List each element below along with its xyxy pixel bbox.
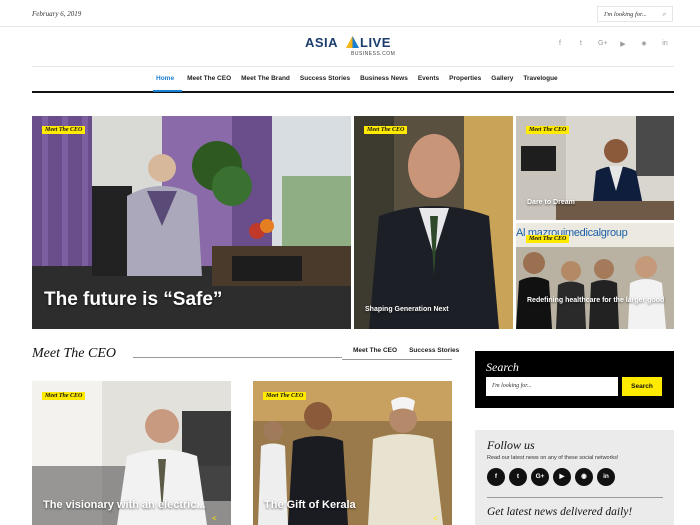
nav-item-success-stories[interactable]: Success Stories: [295, 67, 355, 92]
facebook-icon[interactable]: f: [487, 468, 505, 486]
search-icon[interactable]: ⌕: [662, 10, 666, 19]
share-icon[interactable]: <: [433, 514, 438, 523]
article-card[interactable]: Meet The CEO The visionary with an elect…: [32, 381, 231, 525]
rss-icon[interactable]: ◉: [640, 40, 648, 50]
nav-item-properties[interactable]: Properties: [444, 67, 486, 92]
linkedin-icon[interactable]: in: [597, 468, 615, 486]
google-plus-icon[interactable]: G+: [531, 468, 549, 486]
top-search-input[interactable]: I'm looking for... ⌕: [597, 6, 673, 22]
hero-right-bottom-tile[interactable]: Al mazrouimedicalgroup Meet The CEO Rede…: [516, 223, 674, 329]
category-tag[interactable]: Meet The CEO: [263, 392, 307, 400]
logo-subtitle: BUSINESS.COM: [351, 51, 396, 57]
section-heading: Meet The CEO: [32, 346, 116, 361]
logo-word-live: LIVE: [360, 35, 391, 50]
sidebar-search-button[interactable]: Search: [622, 377, 662, 396]
follow-us-text: Read our latest news on any of these soc…: [487, 455, 619, 461]
nav-item-business-news[interactable]: Business News: [355, 67, 413, 92]
rss-icon[interactable]: ◉: [575, 468, 593, 486]
hero-mid-title[interactable]: Shaping Generation Next: [365, 306, 449, 313]
section-tab-success-stories[interactable]: Success Stories: [403, 346, 465, 355]
main-nav: Home Meet The CEO Meet The Brand Success…: [32, 66, 674, 93]
section-tabs: Meet The CEO Success Stories: [347, 346, 465, 355]
share-icon[interactable]: <: [212, 514, 217, 523]
follow-us-widget: Follow us Read our latest news on any of…: [475, 430, 674, 525]
follow-us-heading: Follow us: [487, 438, 535, 452]
sidebar-search-widget: Search I'm looking for... Search: [475, 351, 674, 408]
category-tag[interactable]: Meet The CEO: [42, 392, 86, 400]
logo-word-asia: ASIA: [305, 35, 339, 50]
sidebar-search-heading: Search: [486, 360, 519, 374]
site-logo[interactable]: ASIA LIVE BUSINESS.COM: [305, 35, 405, 59]
section-tabs-divider: [342, 359, 452, 360]
nav-item-meet-the-ceo[interactable]: Meet The CEO: [182, 67, 236, 92]
twitter-icon[interactable]: t: [509, 468, 527, 486]
nav-item-gallery[interactable]: Gallery: [486, 67, 518, 92]
logo-triangle-icon: [346, 36, 359, 48]
nav-item-travelogue[interactable]: Travelogue: [518, 67, 562, 92]
sidebar-search-input[interactable]: I'm looking for...: [486, 377, 618, 396]
section-divider: [133, 357, 342, 358]
linkedin-icon[interactable]: in: [661, 40, 669, 50]
nav-item-events[interactable]: Events: [413, 67, 444, 92]
top-bar: February 6, 2019 I'm looking for... ⌕: [0, 0, 700, 27]
hero-mid-tile[interactable]: Meet The CEO Shaping Generation Next: [354, 116, 513, 329]
header-social-links: f t G+ ▶ ◉ in: [556, 40, 669, 50]
hero-right-top-tile[interactable]: Meet The CEO Dare to Dream: [516, 116, 674, 220]
twitter-icon[interactable]: t: [577, 40, 585, 50]
youtube-icon[interactable]: ▶: [619, 40, 627, 50]
section-tab-meet-the-ceo[interactable]: Meet The CEO: [347, 346, 403, 355]
category-tag[interactable]: Meet The CEO: [526, 235, 570, 243]
follow-social-icons: f t G+ ▶ ◉ in: [487, 468, 615, 486]
article-card[interactable]: Meet The CEO The Gift of Kerala <: [253, 381, 452, 525]
article-card-title[interactable]: The visionary with an electric...: [43, 499, 206, 511]
hero-right-bottom-title[interactable]: Redefining healthcare for the larger goo…: [527, 296, 674, 305]
current-date: February 6, 2019: [32, 10, 82, 18]
facebook-icon[interactable]: f: [556, 40, 564, 50]
follow-divider: [487, 497, 663, 498]
nav-item-meet-the-brand[interactable]: Meet The Brand: [236, 67, 295, 92]
newsletter-heading: Get latest news delivered daily!: [487, 506, 633, 518]
hero-mid-image: [354, 116, 513, 329]
google-plus-icon[interactable]: G+: [598, 40, 608, 50]
top-search-placeholder: I'm looking for...: [604, 11, 647, 18]
hero-right-top-title[interactable]: Dare to Dream: [527, 199, 575, 206]
hero-main-tile[interactable]: Meet The CEO The future is “Safe”: [32, 116, 351, 329]
hero-main-title[interactable]: The future is “Safe”: [44, 289, 222, 311]
category-tag[interactable]: Meet The CEO: [364, 126, 408, 134]
category-tag[interactable]: Meet The CEO: [42, 126, 86, 134]
youtube-icon[interactable]: ▶: [553, 468, 571, 486]
category-tag[interactable]: Meet The CEO: [526, 126, 570, 134]
nav-item-home[interactable]: Home: [153, 67, 183, 92]
article-card-title[interactable]: The Gift of Kerala: [264, 499, 356, 511]
